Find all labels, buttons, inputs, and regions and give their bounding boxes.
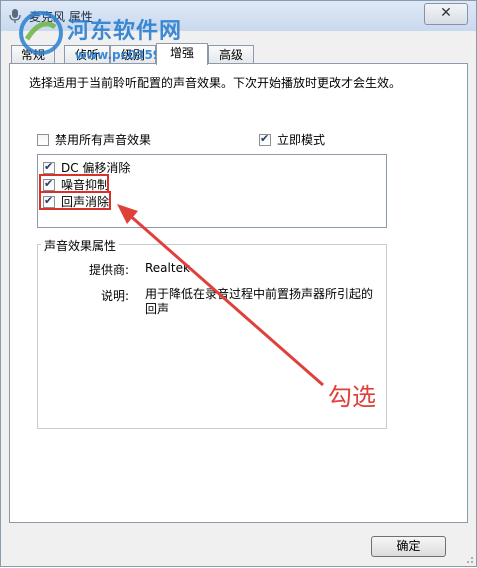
description-label: 说明: — [100, 289, 129, 303]
enhancements-description: 选择适用于当前聆听配置的声音效果。下次开始播放时更改才会生效。 — [29, 76, 402, 90]
provider-label: 提供商: — [88, 263, 129, 277]
window-title: 麦克风 属性 — [29, 10, 93, 24]
tab-levels[interactable]: 级别 — [110, 45, 156, 64]
resize-grip-icon[interactable] — [464, 554, 474, 564]
tab-label: 增强 — [169, 46, 194, 60]
title-bar[interactable]: 麦克风 属性 ✕ — [1, 1, 476, 31]
close-button[interactable]: ✕ — [424, 3, 468, 25]
microphone-icon — [9, 9, 21, 23]
checkbox-label: 立即模式 — [277, 133, 326, 147]
checkbox-box[interactable] — [37, 133, 49, 146]
tab-enhancements[interactable]: 增强 — [156, 43, 208, 65]
ok-button[interactable]: 确定 — [371, 536, 446, 557]
tab-label: 常规 — [20, 48, 45, 62]
checkbox-box[interactable] — [43, 160, 55, 174]
tab-advanced[interactable]: 高级 — [208, 45, 254, 64]
close-icon: ✕ — [440, 5, 452, 21]
tab-listen[interactable]: 侦听 — [64, 45, 110, 64]
properties-window: 麦克风 属性 ✕ 常规 侦听 级别 增强 高级 河东软件网 www.pc0359… — [0, 0, 477, 567]
highlight-box-echo — [39, 191, 111, 210]
provider-value: Realtek — [145, 261, 190, 275]
tab-label: 侦听 — [74, 48, 99, 62]
tab-label: 高级 — [218, 48, 243, 62]
immediate-mode-checkbox[interactable]: 立即模式 — [259, 131, 325, 148]
checkbox-box[interactable] — [259, 132, 271, 146]
disable-all-effects-checkbox[interactable]: 禁用所有声音效果 — [37, 131, 151, 148]
group-title: 声音效果属性 — [41, 237, 120, 254]
tab-general[interactable]: 常规 — [11, 45, 55, 64]
annotation-label: 勾选 — [328, 383, 376, 411]
tab-label: 级别 — [120, 48, 145, 62]
checkbox-label: 禁用所有声音效果 — [55, 133, 152, 147]
description-value: 用于降低在录音过程中前置扬声器所引起的回声 — [145, 287, 374, 316]
